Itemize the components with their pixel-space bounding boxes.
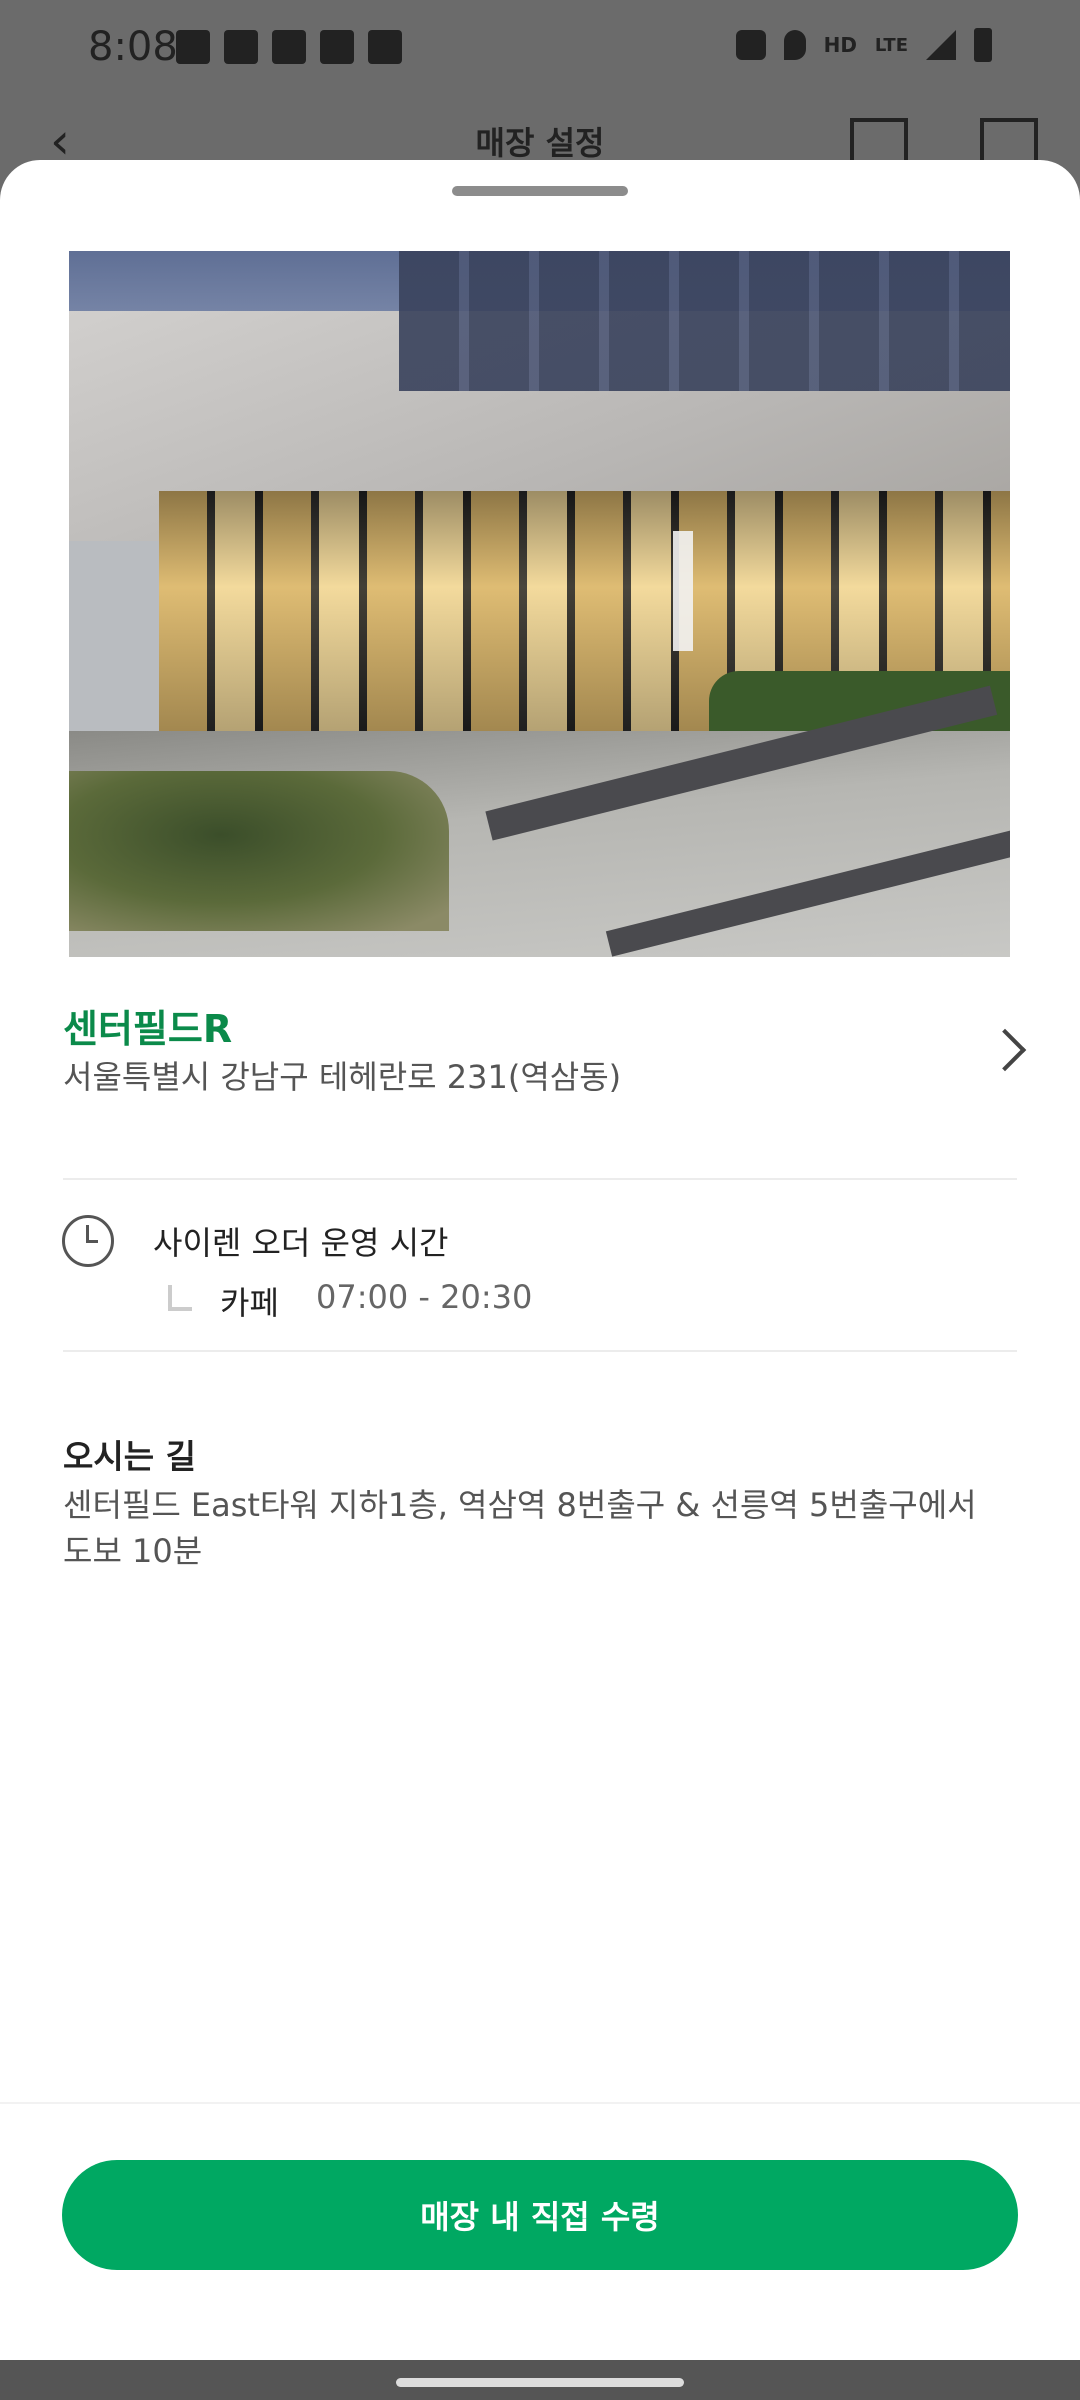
telegram-icon [224, 30, 258, 64]
photo-store-sign [673, 531, 693, 651]
calendar-icon [320, 30, 354, 64]
hd-voice-label: HD [823, 33, 857, 57]
message-icon [176, 30, 210, 64]
signal-icon [926, 30, 956, 60]
status-bar: 8:08 HD LTE [0, 0, 1080, 100]
divider [63, 1178, 1017, 1180]
page-title: 매장 설정 [475, 124, 605, 162]
pickup-in-store-button[interactable]: 매장 내 직접 수령 [62, 2160, 1018, 2270]
tree-branch-icon [168, 1285, 192, 1311]
mail-icon [272, 30, 306, 64]
home-gesture-handle[interactable] [396, 2378, 684, 2387]
hours-title: 사이렌 오더 운영 시간 [153, 1224, 449, 1262]
divider [63, 1350, 1017, 1352]
clock-icon [62, 1215, 114, 1267]
store-detail-sheet: 센터필드R 서울특별시 강남구 테헤란로 231(역삼동) 사이렌 오더 운영 … [0, 160, 1080, 2360]
battery-icon [974, 28, 992, 62]
scan-icon[interactable] [850, 118, 908, 166]
chevron-right-icon[interactable] [983, 1028, 1027, 1072]
system-icons: HD LTE [735, 28, 992, 62]
directions-text: 센터필드 East타워 지하1층, 역삼역 8번출구 & 선릉역 5번출구에서 … [63, 1486, 977, 1570]
directions-title: 오시는 길 [63, 1437, 196, 1476]
hours-value: 07:00 - 20:30 [316, 1278, 533, 1316]
notification-icons [176, 30, 402, 64]
status-time: 8:08 [88, 24, 178, 70]
hours-label: 카페 [220, 1284, 279, 1322]
store-address[interactable]: 서울특별시 강남구 테헤란로 231(역삼동) [63, 1052, 621, 1098]
divider [0, 2102, 1080, 2104]
sheet-drag-handle[interactable] [452, 186, 628, 196]
location-icon [783, 30, 806, 60]
store-name[interactable]: 센터필드R [63, 998, 232, 1053]
store-photo [69, 251, 1010, 957]
calendar-icon [368, 30, 402, 64]
mute-icon [735, 30, 766, 60]
photo-glass-tower [399, 251, 1010, 391]
system-nav-bar [0, 2360, 1080, 2400]
lte-label: LTE [874, 34, 908, 56]
photo-garden [69, 771, 449, 931]
